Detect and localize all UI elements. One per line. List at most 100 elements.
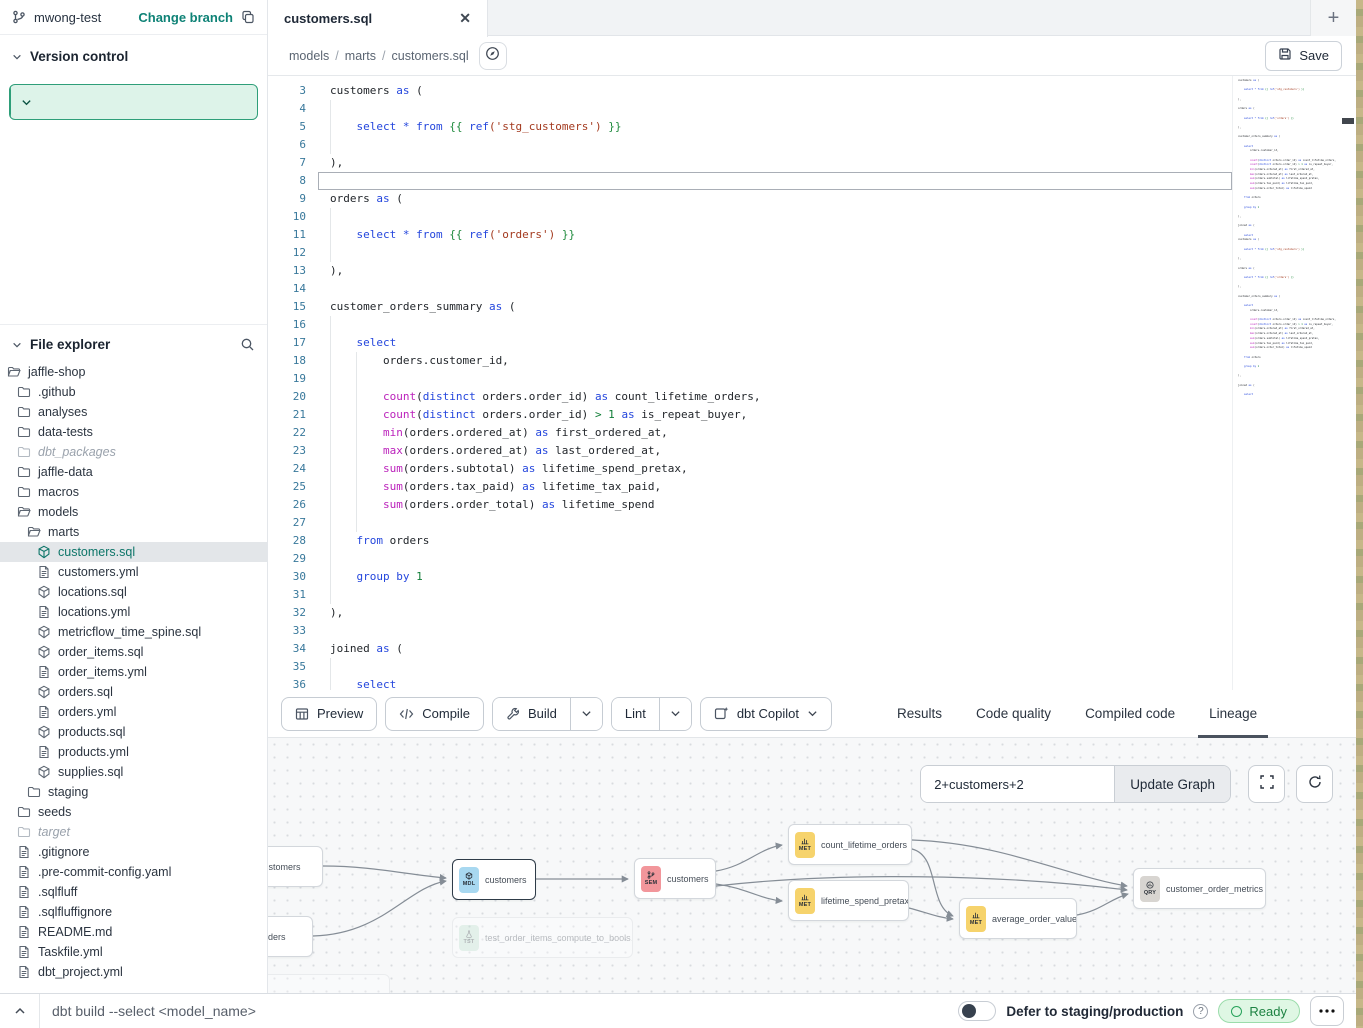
tab-compiled-code[interactable]: Compiled code <box>1068 690 1192 738</box>
code-line-6[interactable] <box>318 136 1232 154</box>
code-line-5[interactable]: select * from {{ ref('stg_customers') }} <box>318 118 1232 136</box>
code-line-27[interactable] <box>318 514 1232 532</box>
lineage-node-test_order_items_compute_to_bools-[interactable]: TSTtest_order_items_compute_to_bools… <box>452 917 633 958</box>
lineage-node-customer_order_metrics[interactable]: QRYcustomer_order_metrics <box>1133 868 1266 909</box>
code-line-26[interactable]: sum(orders.order_total) as lifetime_spen… <box>318 496 1232 514</box>
tree-item-data-tests[interactable]: data-tests <box>0 422 267 442</box>
tab-results[interactable]: Results <box>880 690 959 738</box>
command-input[interactable]: dbt build --select <model_name> <box>52 1003 256 1019</box>
help-icon[interactable]: ? <box>1193 1004 1208 1019</box>
fullscreen-button[interactable] <box>1248 765 1285 803</box>
code-editor[interactable]: 3456789101112131415161718192021222324252… <box>268 76 1356 690</box>
explore-lineage-button[interactable] <box>479 42 507 70</box>
code-line-28[interactable]: from orders <box>318 532 1232 550</box>
scrollbar-thumb[interactable] <box>1342 118 1354 124</box>
tree-item-locations.yml[interactable]: locations.yml <box>0 602 267 622</box>
lint-dropdown[interactable] <box>659 698 691 730</box>
code-line-17[interactable]: select <box>318 334 1232 352</box>
tree-item-models[interactable]: models <box>0 502 267 522</box>
code-line-13[interactable]: ), <box>318 262 1232 280</box>
create-pr-button[interactable]: Create a pull request on Git… <box>9 84 258 120</box>
lint-button[interactable]: Lint <box>612 698 659 730</box>
tree-item-.gitignore[interactable]: .gitignore <box>0 842 267 862</box>
code-line-14[interactable] <box>318 280 1232 298</box>
tab-customers-sql[interactable]: customers.sql ✕ <box>268 0 488 37</box>
code-line-32[interactable]: ), <box>318 604 1232 622</box>
tree-item-dbt-packages[interactable]: dbt_packages <box>0 442 267 462</box>
build-dropdown[interactable] <box>570 698 602 730</box>
code-line-9[interactable]: orders as ( <box>318 190 1232 208</box>
version-control-header[interactable]: Version control <box>0 35 267 72</box>
more-options-button[interactable] <box>1310 996 1344 1026</box>
tree-item-order-items.yml[interactable]: order_items.yml <box>0 662 267 682</box>
tree-item-staging[interactable]: staging <box>0 782 267 802</box>
tree-item-readme.md[interactable]: README.md <box>0 922 267 942</box>
build-button[interactable]: Build <box>493 698 570 730</box>
compile-button[interactable]: Compile <box>385 697 484 731</box>
code-line-16[interactable] <box>318 316 1232 334</box>
tree-item-analyses[interactable]: analyses <box>0 402 267 422</box>
tree-item-taskfile.yml[interactable]: Taskfile.yml <box>0 942 267 962</box>
code-line-31[interactable] <box>318 586 1232 604</box>
dbt-copilot-button[interactable]: dbt Copilot <box>700 697 832 731</box>
breadcrumb-file[interactable]: customers.sql <box>392 49 469 63</box>
code-line-36[interactable]: select <box>318 676 1232 690</box>
code-line-20[interactable]: count(distinct orders.order_id) as count… <box>318 388 1232 406</box>
code-line-11[interactable]: select * from {{ ref('orders') }} <box>318 226 1232 244</box>
code-line-25[interactable]: sum(orders.tax_paid) as lifetime_tax_pai… <box>318 478 1232 496</box>
code-line-7[interactable]: ), <box>318 154 1232 172</box>
tree-item-dbt-project.yml[interactable]: dbt_project.yml <box>0 962 267 982</box>
tree-item-.pre-commit-config.yaml[interactable]: .pre-commit-config.yaml <box>0 862 267 882</box>
defer-toggle[interactable] <box>958 1001 996 1021</box>
tree-item-orders.yml[interactable]: orders.yml <box>0 702 267 722</box>
tree-item-orders.sql[interactable]: orders.sql <box>0 682 267 702</box>
tree-item-.github[interactable]: .github <box>0 382 267 402</box>
lineage-node-customers[interactable]: MDLcustomers <box>452 859 536 900</box>
code-line-10[interactable] <box>318 208 1232 226</box>
lineage-node-orders[interactable]: MDLorders <box>268 916 313 957</box>
update-graph-button[interactable]: Update Graph <box>1114 766 1230 802</box>
collapse-panel-button[interactable] <box>0 994 40 1028</box>
tree-item-order-items.sql[interactable]: order_items.sql <box>0 642 267 662</box>
lineage-node-customers[interactable]: SEMcustomers <box>634 858 716 899</box>
code-line-35[interactable] <box>318 658 1232 676</box>
preview-button[interactable]: Preview <box>281 697 377 731</box>
code-line-3[interactable]: customers as ( <box>318 82 1232 100</box>
code-line-19[interactable] <box>318 370 1232 388</box>
lineage-node-average_order_value[interactable]: METaverage_order_value <box>959 898 1077 939</box>
status-badge[interactable]: Ready <box>1218 999 1300 1023</box>
tree-item-customers.yml[interactable]: customers.yml <box>0 562 267 582</box>
code-line-21[interactable]: count(distinct orders.order_id) > 1 as i… <box>318 406 1232 424</box>
lineage-selector-input[interactable] <box>921 766 1114 802</box>
tree-item-locations.sql[interactable]: locations.sql <box>0 582 267 602</box>
new-tab-button[interactable]: + <box>1310 0 1356 36</box>
code-line-4[interactable] <box>318 100 1232 118</box>
tree-item-macros[interactable]: macros <box>0 482 267 502</box>
code-line-15[interactable]: customer_orders_summary as ( <box>318 298 1232 316</box>
code-line-8[interactable] <box>318 172 1232 190</box>
save-button[interactable]: Save <box>1265 41 1342 71</box>
code-line-33[interactable] <box>318 622 1232 640</box>
code-line-18[interactable]: orders.customer_id, <box>318 352 1232 370</box>
tree-item-jaffle-shop[interactable]: jaffle-shop <box>0 362 267 382</box>
code-line-30[interactable]: group by 1 <box>318 568 1232 586</box>
editor-scrollbar[interactable] <box>1340 76 1356 690</box>
minimap[interactable]: customers as ( select * from {{ ref('stg… <box>1232 76 1340 690</box>
tree-item-marts[interactable]: marts <box>0 522 267 542</box>
tab-lineage[interactable]: Lineage <box>1192 690 1274 738</box>
code-line-22[interactable]: min(orders.ordered_at) as first_ordered_… <box>318 424 1232 442</box>
lineage-node-lifetime_spend_pretax[interactable]: METlifetime_spend_pretax <box>788 880 909 921</box>
create-pr-dropdown[interactable] <box>10 85 41 119</box>
code-line-23[interactable]: max(orders.ordered_at) as last_ordered_a… <box>318 442 1232 460</box>
lineage-node-stg_customers[interactable]: MDLstg_customers <box>268 846 323 887</box>
lineage-node-partial[interactable] <box>268 974 390 993</box>
tree-item-metricflow-time-spine.sql[interactable]: metricflow_time_spine.sql <box>0 622 267 642</box>
tree-item-target[interactable]: target <box>0 822 267 842</box>
close-icon[interactable]: ✕ <box>459 10 471 27</box>
tree-item-.sqlfluff[interactable]: .sqlfluff <box>0 882 267 902</box>
tree-item-supplies.sql[interactable]: supplies.sql <box>0 762 267 782</box>
lineage-node-count_lifetime_orders[interactable]: METcount_lifetime_orders <box>788 824 912 865</box>
code-line-24[interactable]: sum(orders.subtotal) as lifetime_spend_p… <box>318 460 1232 478</box>
tree-item-customers.sql[interactable]: customers.sql <box>0 542 267 562</box>
code-line-34[interactable]: joined as ( <box>318 640 1232 658</box>
